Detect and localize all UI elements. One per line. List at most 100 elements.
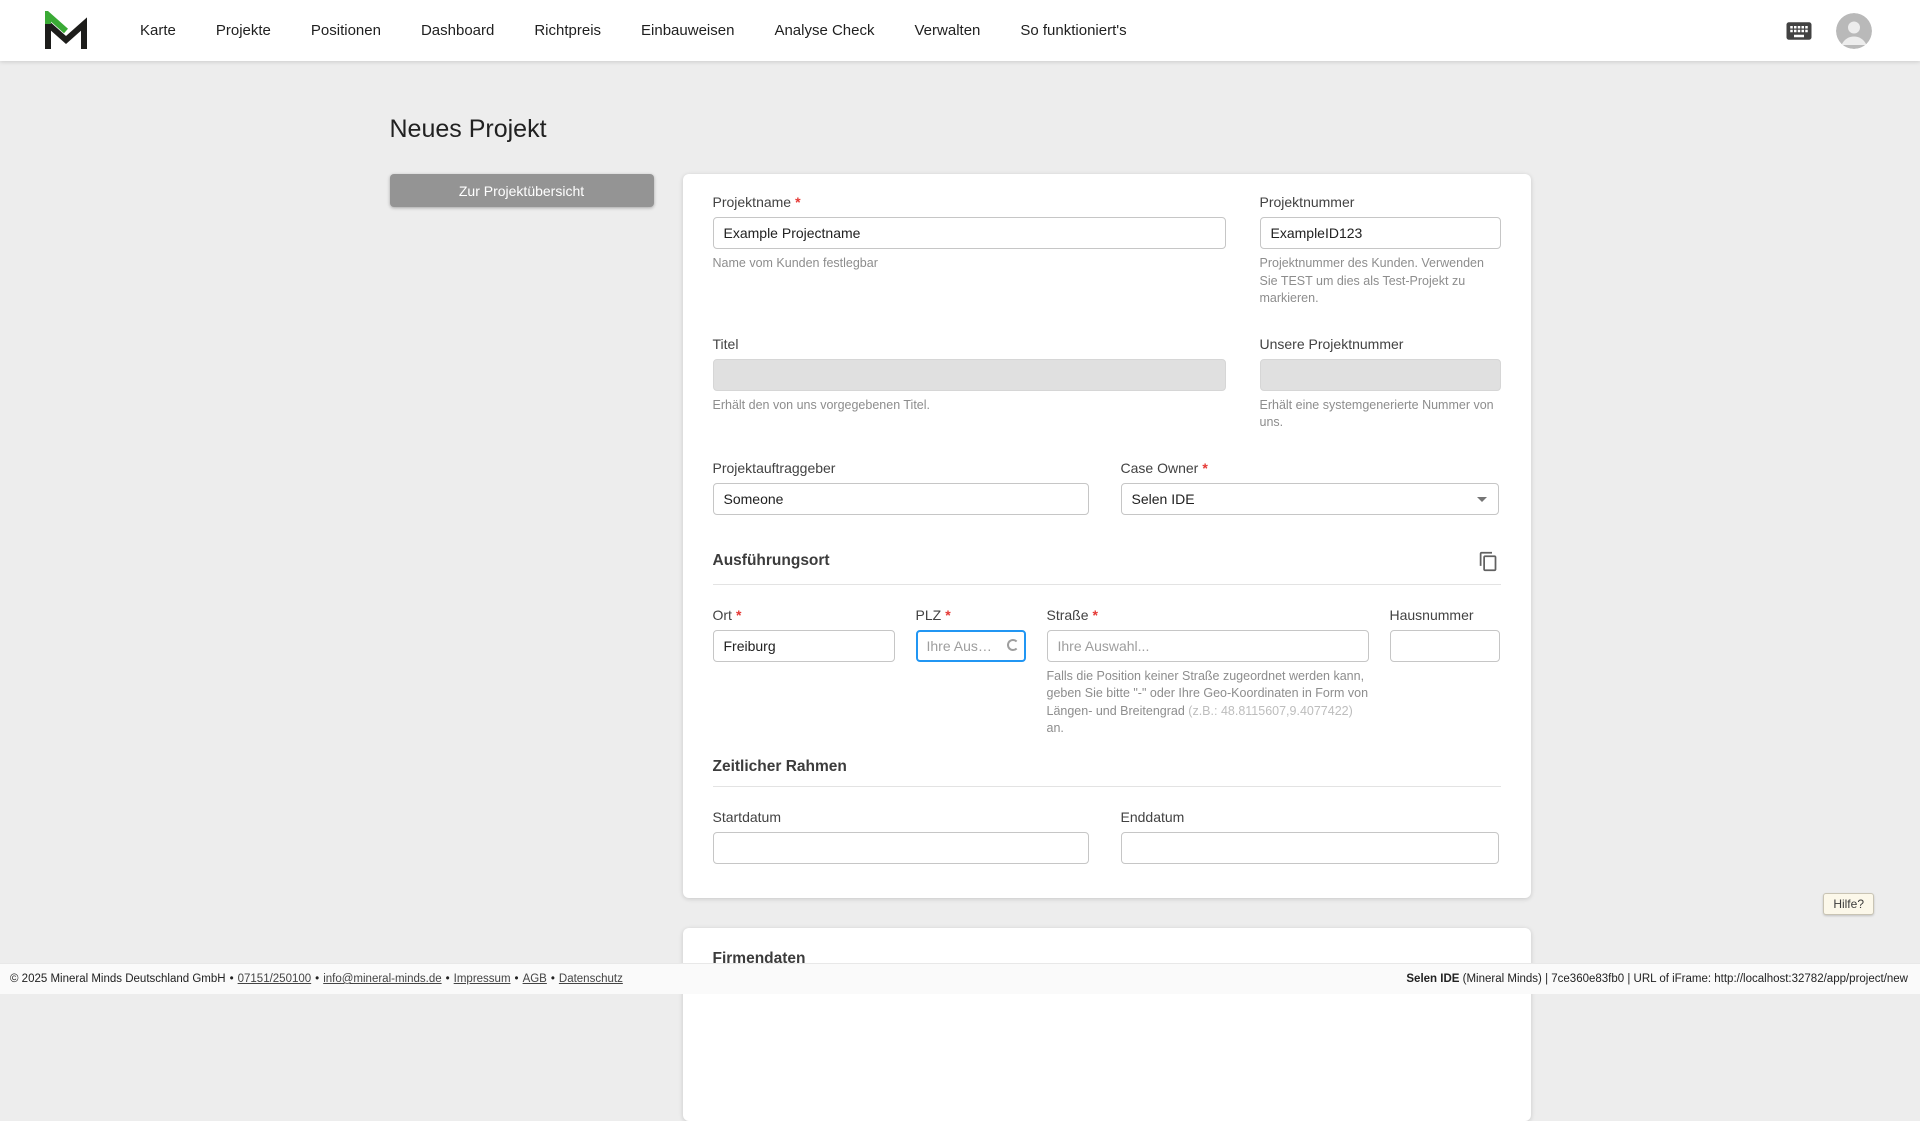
help-button[interactable]: Hilfe? xyxy=(1823,893,1874,915)
chevron-down-icon xyxy=(1477,497,1487,502)
strasse-input[interactable] xyxy=(1047,630,1369,662)
field-ort: Ort* xyxy=(713,607,895,738)
left-column: Zur Projektübersicht xyxy=(390,174,654,207)
strasse-helper: Falls die Position keiner Straße zugeord… xyxy=(1047,668,1369,738)
startdatum-label: Startdatum xyxy=(713,809,1089,825)
required-asterisk: * xyxy=(795,194,800,210)
footer-email-link[interactable]: info@mineral-minds.de xyxy=(323,973,441,985)
footer-left: © 2025 Mineral Minds Deutschland GmbH•07… xyxy=(10,973,623,985)
main-nav: Karte Projekte Positionen Dashboard Rich… xyxy=(140,22,1127,39)
section-ausfuehrungsort: Ausführungsort xyxy=(713,549,1501,585)
footer-separator: • xyxy=(230,973,234,985)
required-asterisk: * xyxy=(1093,607,1098,623)
hausnummer-input[interactable] xyxy=(1390,630,1500,662)
page-title: Neues Projekt xyxy=(390,115,1531,144)
nav-item-karte[interactable]: Karte xyxy=(140,22,176,39)
main-content: Neues Projekt Zur Projektübersicht Proje… xyxy=(0,61,1920,1121)
field-startdatum: Startdatum xyxy=(713,809,1089,864)
projektname-label: Projektname* xyxy=(713,194,1226,210)
firmendaten-card: Firmendaten xyxy=(683,928,1531,1121)
required-asterisk: * xyxy=(945,607,950,623)
label-text: PLZ xyxy=(916,607,942,623)
field-projektnummer: Projektnummer Projektnummer des Kunden. … xyxy=(1260,194,1501,308)
footer-session-info: (Mineral Minds) | 7ce360e83fb0 | URL of … xyxy=(1459,973,1908,985)
field-projektname: Projektname* Name vom Kunden festlegbar xyxy=(713,194,1226,308)
field-projektauftraggeber: Projektauftraggeber xyxy=(713,460,1089,515)
plz-input-wrap xyxy=(916,630,1026,662)
ort-label: Ort* xyxy=(713,607,895,623)
copy-icon xyxy=(1478,551,1499,572)
form-row-name-number: Projektname* Name vom Kunden festlegbar … xyxy=(713,194,1501,308)
field-plz: PLZ* xyxy=(916,607,1026,738)
footer-datenschutz-link[interactable]: Datenschutz xyxy=(559,973,623,985)
footer-agb-link[interactable]: AGB xyxy=(523,973,547,985)
footer-separator: • xyxy=(446,973,450,985)
nav-item-verwalten[interactable]: Verwalten xyxy=(915,22,981,39)
form-row-auftraggeber-owner: Projektauftraggeber Case Owner* Selen ID… xyxy=(713,460,1501,515)
label-text: Projektname xyxy=(713,194,792,210)
required-asterisk: * xyxy=(1202,460,1207,476)
form-row-address: Ort* PLZ* Straße* xyxy=(713,607,1501,738)
case-owner-selected-value: Selen IDE xyxy=(1132,491,1195,507)
plz-label: PLZ* xyxy=(916,607,1026,623)
unsere-projektnummer-helper: Erhält eine systemgenerierte Nummer von … xyxy=(1260,397,1501,432)
back-to-projects-button[interactable]: Zur Projektübersicht xyxy=(390,174,654,207)
nav-item-positionen[interactable]: Positionen xyxy=(311,22,381,39)
titel-input xyxy=(713,359,1226,391)
titel-helper: Erhält den von uns vorgegebenen Titel. xyxy=(713,397,1226,415)
enddatum-label: Enddatum xyxy=(1121,809,1499,825)
keyboard-icon[interactable] xyxy=(1784,16,1814,46)
label-text: Case Owner xyxy=(1121,460,1199,476)
projektnummer-helper: Projektnummer des Kunden. Verwenden Sie … xyxy=(1260,255,1501,308)
enddatum-input[interactable] xyxy=(1121,832,1499,864)
field-unsere-projektnummer: Unsere Projektnummer Erhält eine systemg… xyxy=(1260,336,1501,432)
strasse-helper-suffix: an. xyxy=(1047,721,1064,735)
projektname-input[interactable] xyxy=(713,217,1226,249)
mineral-minds-logo[interactable] xyxy=(44,11,88,51)
copy-address-button[interactable] xyxy=(1476,549,1501,574)
project-form-card: Projektname* Name vom Kunden festlegbar … xyxy=(683,174,1531,898)
nav-item-einbauweisen[interactable]: Einbauweisen xyxy=(641,22,734,39)
nav-item-projekte[interactable]: Projekte xyxy=(216,22,271,39)
form-row-titel-unsere: Titel Erhält den von uns vorgegebenen Ti… xyxy=(713,336,1501,432)
user-avatar[interactable] xyxy=(1836,13,1872,49)
case-owner-label: Case Owner* xyxy=(1121,460,1499,476)
case-owner-select[interactable]: Selen IDE xyxy=(1121,483,1499,515)
footer-separator: • xyxy=(515,973,519,985)
field-strasse: Straße* Falls die Position keiner Straße… xyxy=(1047,607,1369,738)
projektname-helper: Name vom Kunden festlegbar xyxy=(713,255,1226,273)
nav-item-so-funktionierts[interactable]: So funktioniert's xyxy=(1020,22,1126,39)
projektnummer-input[interactable] xyxy=(1260,217,1501,249)
footer-user: Selen IDE xyxy=(1406,973,1459,985)
unsere-projektnummer-input xyxy=(1260,359,1501,391)
field-case-owner: Case Owner* Selen IDE xyxy=(1121,460,1499,515)
required-asterisk: * xyxy=(736,607,741,623)
field-titel: Titel Erhält den von uns vorgegebenen Ti… xyxy=(713,336,1226,432)
label-text: Straße xyxy=(1047,607,1089,623)
avatar-icon xyxy=(1836,13,1872,49)
footer-impressum-link[interactable]: Impressum xyxy=(454,973,511,985)
footer-separator: • xyxy=(551,973,555,985)
ort-input[interactable] xyxy=(713,630,895,662)
projektauftraggeber-label: Projektauftraggeber xyxy=(713,460,1089,476)
section-title-zeitlicher-rahmen: Zeitlicher Rahmen xyxy=(713,758,847,776)
footer: © 2025 Mineral Minds Deutschland GmbH•07… xyxy=(0,963,1920,994)
nav-item-analyse-check[interactable]: Analyse Check xyxy=(774,22,874,39)
nav-item-dashboard[interactable]: Dashboard xyxy=(421,22,494,39)
navbar: Karte Projekte Positionen Dashboard Rich… xyxy=(0,0,1920,61)
strasse-helper-example: (z.B.: 48.8115607,9.4077422) xyxy=(1188,704,1352,718)
section-title-ausfuehrungsort: Ausführungsort xyxy=(713,552,830,570)
nav-item-richtpreis[interactable]: Richtpreis xyxy=(534,22,601,39)
navbar-right xyxy=(1784,13,1872,49)
footer-separator: • xyxy=(315,973,319,985)
projektauftraggeber-input[interactable] xyxy=(713,483,1089,515)
loading-spinner-icon xyxy=(1007,639,1019,651)
label-text: Ort xyxy=(713,607,732,623)
logo-icon xyxy=(44,11,88,51)
startdatum-input[interactable] xyxy=(713,832,1089,864)
field-hausnummer: Hausnummer xyxy=(1390,607,1500,738)
footer-phone-link[interactable]: 07151/250100 xyxy=(238,973,312,985)
footer-right: Selen IDE (Mineral Minds) | 7ce360e83fb0… xyxy=(1406,973,1908,985)
keyboard-icon-glyph xyxy=(1784,16,1814,46)
titel-label: Titel xyxy=(713,336,1226,352)
